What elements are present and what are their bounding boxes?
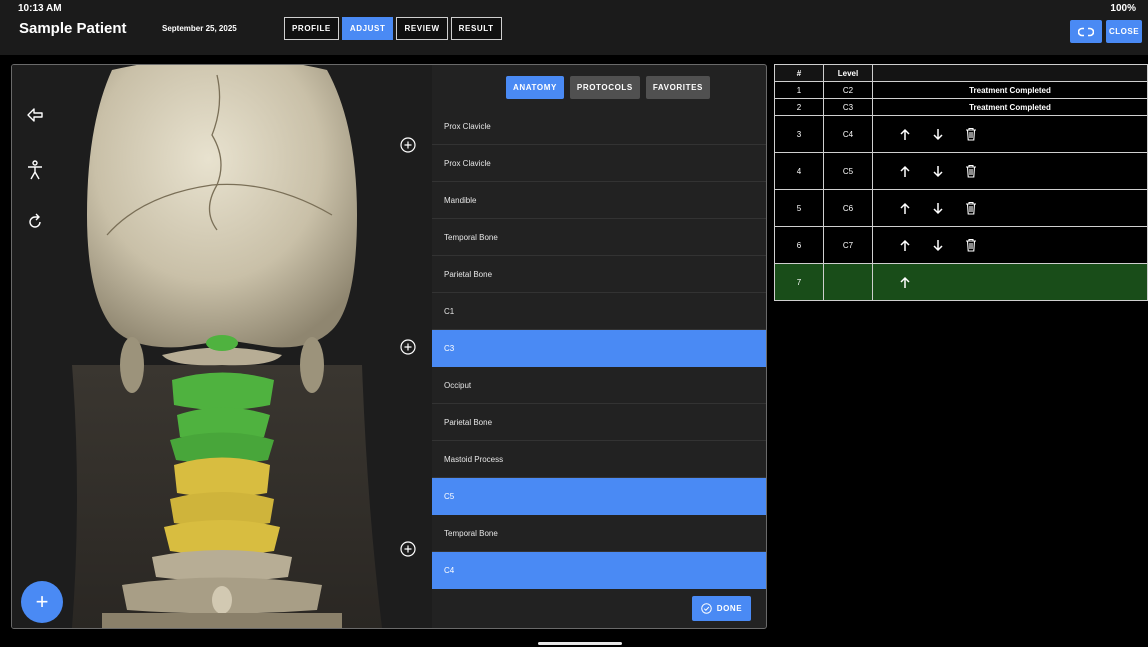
row-level: C2 (823, 82, 872, 98)
header-actions (872, 65, 1148, 81)
tab-protocols[interactable]: PROTOCOLS (569, 76, 640, 99)
tab-profile[interactable]: PROFILE (284, 17, 339, 40)
link-button[interactable] (1070, 20, 1102, 43)
row-level (823, 264, 872, 300)
arrow-down-icon[interactable] (931, 201, 945, 215)
table-row: 3 C4 (774, 116, 1148, 153)
header-level: Level (823, 65, 872, 81)
patient-name: Sample Patient (19, 20, 127, 37)
arrow-up-icon[interactable] (898, 275, 912, 289)
row-number: 2 (774, 99, 823, 115)
link-icon (1078, 27, 1094, 36)
visit-date: September 25, 2025 (162, 24, 237, 33)
list-item[interactable]: Temporal Bone (432, 515, 766, 552)
reset-rotate-icon[interactable] (26, 213, 48, 235)
body-figure-icon[interactable] (26, 160, 48, 182)
list-item[interactable]: Mandible (432, 182, 766, 219)
row-number: 4 (774, 153, 823, 189)
trash-icon[interactable] (964, 127, 978, 141)
treatment-table: # Level 1 C2 Treatment Completed 2 C3 Tr… (774, 64, 1148, 301)
table-header-row: # Level (774, 64, 1148, 82)
done-button[interactable]: DONE (692, 596, 751, 621)
undo-icon[interactable] (26, 107, 48, 129)
list-item[interactable]: Parietal Bone (432, 256, 766, 293)
add-circle-icon[interactable] (400, 541, 416, 557)
row-number: 1 (774, 82, 823, 98)
trash-icon[interactable] (964, 238, 978, 252)
row-actions (872, 264, 1148, 300)
arrow-up-icon[interactable] (898, 164, 912, 178)
list-item[interactable]: Occiput (432, 367, 766, 404)
table-row: 4 C5 (774, 153, 1148, 190)
table-row: 1 C2 Treatment Completed (774, 82, 1148, 99)
trash-icon[interactable] (964, 164, 978, 178)
skull-spine-model (12, 65, 432, 628)
trash-icon[interactable] (964, 201, 978, 215)
adjust-panel: + ANATOMY PROTOCOLS FAVORITES Prox Clavi… (11, 64, 767, 629)
close-button[interactable]: CLOSE (1106, 20, 1142, 43)
row-actions (872, 190, 1148, 226)
row-number: 6 (774, 227, 823, 263)
table-row: 2 C3 Treatment Completed (774, 99, 1148, 116)
list-item[interactable]: Prox Clavicle (432, 145, 766, 182)
row-actions (872, 116, 1148, 152)
row-status: Treatment Completed (872, 82, 1148, 98)
filter-tabs: ANATOMY PROTOCOLS FAVORITES (506, 76, 710, 99)
list-item[interactable]: Temporal Bone (432, 219, 766, 256)
row-number: 7 (774, 264, 823, 300)
row-actions (872, 227, 1148, 263)
list-item[interactable]: Parietal Bone (432, 404, 766, 441)
anatomy-list: Prox Clavicle Prox Clavicle Mandible Tem… (432, 108, 766, 589)
row-level: C3 (823, 99, 872, 115)
row-level: C5 (823, 153, 872, 189)
done-label: DONE (716, 604, 743, 613)
app-header: 10:13 AM 100% Sample Patient September 2… (0, 0, 1148, 55)
row-actions (872, 153, 1148, 189)
spine-3d-view[interactable]: + (12, 65, 432, 628)
row-number: 5 (774, 190, 823, 226)
list-item[interactable]: Mastoid Process (432, 441, 766, 478)
table-row: 6 C7 (774, 227, 1148, 264)
tab-adjust[interactable]: ADJUST (341, 17, 394, 40)
table-row-added: 7 (774, 264, 1148, 301)
list-item-selected[interactable]: C4 (432, 552, 766, 589)
arrow-up-icon[interactable] (898, 127, 912, 141)
header-number: # (774, 65, 823, 81)
arrow-up-icon[interactable] (898, 201, 912, 215)
row-number: 3 (774, 116, 823, 152)
status-time: 10:13 AM (18, 3, 62, 14)
row-level: C4 (823, 116, 872, 152)
list-item[interactable]: Prox Clavicle (432, 108, 766, 145)
list-item-selected[interactable]: C5 (432, 478, 766, 515)
arrow-down-icon[interactable] (931, 164, 945, 178)
row-level: C6 (823, 190, 872, 226)
tab-review[interactable]: REVIEW (396, 17, 448, 40)
table-row: 5 C6 (774, 190, 1148, 227)
arrow-up-icon[interactable] (898, 238, 912, 252)
check-circle-icon (700, 603, 712, 614)
list-item[interactable]: C1 (432, 293, 766, 330)
add-circle-icon[interactable] (400, 137, 416, 153)
row-status: Treatment Completed (872, 99, 1148, 115)
arrow-down-icon[interactable] (931, 238, 945, 252)
main-tabs: PROFILE ADJUST REVIEW RESULT (284, 17, 502, 40)
status-battery: 100% (1110, 3, 1136, 14)
row-level: C7 (823, 227, 872, 263)
arrow-down-icon[interactable] (931, 127, 945, 141)
add-circle-icon[interactable] (400, 339, 416, 355)
list-item-selected[interactable]: C3 (432, 330, 766, 367)
tab-favorites[interactable]: FAVORITES (645, 76, 710, 99)
tab-result[interactable]: RESULT (450, 17, 502, 40)
home-indicator (538, 642, 622, 645)
tab-anatomy[interactable]: ANATOMY (506, 76, 564, 99)
add-fab-button[interactable]: + (21, 581, 63, 623)
